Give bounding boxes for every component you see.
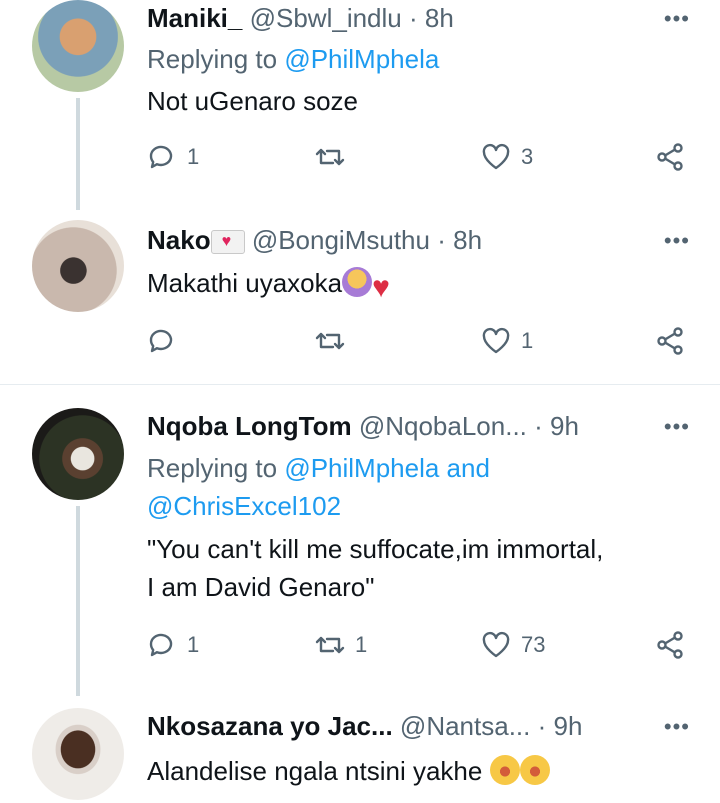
divider [0,384,720,385]
retweet-count: 1 [355,632,368,657]
reply-count: 1 [187,144,200,169]
mention-link[interactable]: @PhilMphela [284,44,439,74]
author-handle[interactable]: @NqobaLon... [359,411,527,441]
reply-icon [149,633,173,657]
reply-count: 1 [187,632,200,657]
mention-link-2[interactable]: @ChrisExcel102 [147,491,341,521]
tweet-header: Maniki_ @Sbwl_indlu · 8h [147,2,454,34]
replying-label: Replying to [147,453,278,483]
like-icon [482,143,510,170]
author-handle[interactable]: @Nantsa... [400,711,530,741]
retweet-button[interactable]: 1 [315,630,367,660]
share-icon [657,143,683,171]
reply-button[interactable]: 1 [147,630,199,660]
like-icon [482,327,510,354]
more-icon[interactable]: ••• [664,714,690,740]
thread-line [76,506,80,696]
more-icon[interactable]: ••• [664,6,690,32]
timestamp[interactable]: 8h [453,225,482,255]
avatar[interactable] [32,0,124,92]
separator: · [408,3,418,33]
like-count: 73 [521,632,546,657]
share-icon [657,327,683,355]
author-name[interactable]: Nqoba LongTom [147,411,352,441]
tweet-text-content: Makathi uyaxoka [147,268,343,298]
avatar[interactable] [32,220,124,312]
reply-button[interactable] [147,326,187,356]
broken-heart-emoji: ♥ [372,271,390,304]
author-name[interactable]: Nkosazana yo Jac... [147,711,393,741]
like-button[interactable]: 73 [481,630,545,660]
avatar[interactable] [32,708,124,800]
like-count: 3 [521,144,534,169]
like-button[interactable]: 3 [481,142,533,172]
reply-icon [149,145,173,169]
share-button[interactable] [655,142,685,172]
tweet-text: Makathi uyaxoka ♥ [147,264,390,303]
envelope-heart-emoji: ♥ [210,230,245,254]
action-bar: 1 1 73 [147,630,692,670]
timestamp[interactable]: 9h [550,411,579,441]
action-bar: 1 3 [147,142,692,182]
retweet-button[interactable] [315,142,355,172]
mention-link[interactable]: @PhilMphela and [284,453,490,483]
replying-to: Replying to @PhilMphela [147,40,439,78]
tweet-header: Nkosazana yo Jac... @Nantsa... · 9h [147,710,582,742]
separator: · [534,411,543,441]
action-bar: 1 [147,326,692,366]
like-count: 1 [521,328,534,353]
author-name[interactable]: Maniki_ [147,3,242,33]
like-icon [482,631,510,658]
separator: · [537,711,547,741]
reply-icon [149,329,173,353]
tweet-header: Nqoba LongTom @NqobaLon... · 9h [147,410,579,442]
separator: · [437,225,446,255]
author-handle[interactable]: @BongiMsuthu [252,225,430,255]
share-button[interactable] [655,630,685,660]
thread-line [76,98,80,210]
tweet-text: "You can't kill me suffocate,im immortal… [147,534,604,602]
like-button[interactable]: 1 [481,326,533,356]
retweet-icon [315,332,345,350]
retweet-button[interactable] [315,326,355,356]
timestamp[interactable]: 9h [554,711,583,741]
author-name[interactable]: Nako [147,225,211,255]
share-icon [657,631,683,659]
crying-face-emoji [519,755,550,785]
tweet-text-content: Alandelise ngala ntsini yakhe [147,756,483,786]
crying-face-emoji [489,755,520,785]
replying-to: Replying to @PhilMphela and @ChrisExcel1… [147,449,490,525]
woman-gesturing-no-emoji [342,267,373,297]
timestamp[interactable]: 8h [425,3,454,33]
tweet-text: Alandelise ngala ntsini yakhe [147,752,550,790]
retweet-icon [315,636,345,654]
retweet-icon [315,148,345,166]
author-handle[interactable]: @Sbwl_indlu [250,3,402,33]
more-icon[interactable]: ••• [664,228,690,254]
share-button[interactable] [655,326,685,356]
more-icon[interactable]: ••• [664,414,690,440]
reply-button[interactable]: 1 [147,142,199,172]
avatar[interactable] [32,408,124,500]
tweet-header: Nako ♥ @BongiMsuthu · 8h [147,224,482,256]
tweet-text: Not uGenaro soze [147,86,359,116]
replying-label: Replying to [147,44,278,74]
